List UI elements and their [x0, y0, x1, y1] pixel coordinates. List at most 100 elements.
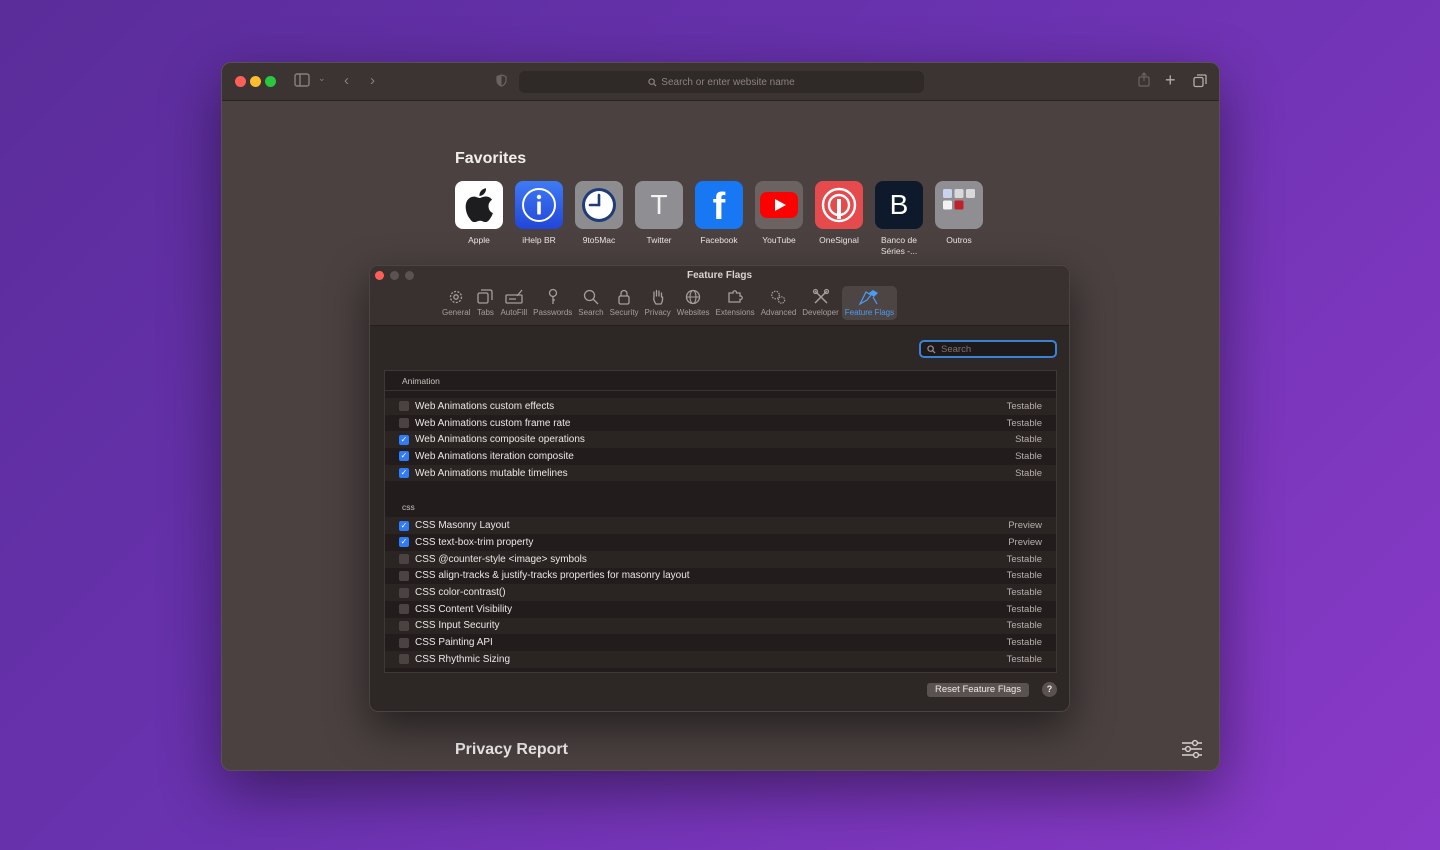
flag-row[interactable]: CSS Rhythmic Sizing Testable — [385, 650, 1056, 668]
tab-advanced[interactable]: Advanced — [758, 286, 800, 320]
flag-checkbox[interactable] — [399, 520, 409, 531]
tab-label: AutoFill — [500, 308, 528, 317]
flag-row[interactable]: CSS Painting API Testable — [385, 634, 1056, 651]
share-icon[interactable] — [1138, 72, 1150, 90]
dialog-title: Feature Flags — [686, 270, 753, 281]
folder-grid-icon — [935, 181, 983, 229]
favorites-grid: Apple iHelp BR 9to5Mac T Twitter f Faceb… — [455, 181, 983, 257]
flag-row[interactable]: CSS color-contrast() Testable — [385, 584, 1056, 601]
flags-search-input[interactable]: Search — [919, 340, 1057, 358]
facebook-icon: f — [695, 181, 743, 229]
favorite-label: Banco de Séries -... — [880, 235, 918, 256]
flag-checkbox[interactable] — [399, 570, 409, 581]
minimize-window-button[interactable] — [250, 76, 261, 87]
flag-status: Testable — [1006, 553, 1042, 565]
flags-icon — [858, 290, 879, 306]
customize-sliders-icon[interactable] — [1181, 739, 1203, 764]
flag-checkbox[interactable] — [399, 468, 409, 479]
tab-tabs[interactable]: Tabs — [473, 286, 497, 320]
flag-row[interactable]: CSS Input Security Testable — [385, 617, 1056, 635]
flag-row[interactable]: Web Animations custom effects Testable — [385, 398, 1056, 415]
flag-row[interactable]: Web Animations iteration composite Stable — [385, 448, 1056, 465]
flag-row[interactable]: Web Animations composite operations Stabl… — [385, 431, 1056, 449]
favorite-twitter[interactable]: T Twitter — [635, 181, 683, 257]
privacy-shield-icon[interactable] — [496, 74, 507, 90]
tab-websites[interactable]: Websites — [674, 286, 713, 320]
tab-autofill[interactable]: AutoFill — [497, 286, 530, 320]
flag-status: Testable — [1006, 400, 1042, 412]
tab-privacy[interactable]: Privacy — [642, 286, 674, 320]
tab-developer[interactable]: Developer — [799, 286, 841, 320]
back-icon[interactable]: ‹ — [344, 72, 349, 89]
flag-row[interactable]: CSS align-tracks & justify-tracks proper… — [385, 568, 1056, 585]
gear-icon — [450, 290, 463, 304]
tab-overview-icon[interactable] — [1193, 74, 1207, 91]
favorite-banco-de-series[interactable]: B Banco de Séries -... — [875, 181, 923, 257]
flag-label: Web Animations iteration composite — [415, 450, 574, 462]
flag-status: Testable — [1006, 417, 1042, 429]
flag-row[interactable]: CSS Masonry Layout Preview — [385, 517, 1056, 535]
dialog-header: Feature Flags General Tabs AutoFill Pass… — [370, 266, 1069, 326]
zoom-window-button[interactable] — [265, 76, 276, 87]
tab-search[interactable]: Search — [575, 286, 606, 320]
flag-label: Web Animations mutable timelines — [415, 467, 568, 479]
flag-checkbox[interactable] — [399, 654, 409, 665]
favorite-ihelp[interactable]: iHelp BR — [515, 181, 563, 257]
autofill-icon — [505, 289, 523, 304]
tab-general[interactable]: General — [439, 286, 473, 320]
flag-checkbox[interactable] — [399, 620, 409, 631]
favorite-label: iHelp BR — [522, 235, 556, 245]
tab-label: Tabs — [477, 308, 494, 317]
flag-checkbox[interactable] — [399, 434, 409, 445]
tools-icon — [812, 288, 829, 304]
flag-checkbox[interactable] — [399, 587, 409, 598]
help-button[interactable]: ? — [1042, 682, 1057, 697]
search-icon — [648, 77, 657, 87]
letter-t-icon: T — [635, 181, 683, 229]
flag-status: Testable — [1006, 587, 1042, 599]
favorite-label: Outros — [946, 235, 972, 245]
favorite-onesignal[interactable]: OneSignal — [815, 181, 863, 257]
flag-row[interactable]: Web Animations mutable timelines Stable — [385, 464, 1056, 482]
favorite-youtube[interactable]: YouTube — [755, 181, 803, 257]
flag-label: CSS Content Visibility — [415, 603, 513, 615]
flag-row[interactable]: CSS @counter-style <image> symbols Testab… — [385, 550, 1056, 568]
flag-status: Preview — [1008, 536, 1042, 548]
favorite-9to5mac[interactable]: 9to5Mac — [575, 181, 623, 257]
tab-security[interactable]: Security — [607, 286, 642, 320]
flag-status: Testable — [1006, 603, 1042, 615]
reset-feature-flags-button[interactable]: Reset Feature Flags — [927, 683, 1030, 697]
tab-extensions[interactable]: Extensions — [713, 286, 758, 320]
flag-checkbox[interactable] — [399, 637, 409, 648]
lock-icon — [618, 289, 630, 305]
flag-row[interactable]: CSS Content Visibility Testable — [385, 601, 1056, 618]
flag-checkbox[interactable] — [399, 537, 409, 548]
new-tab-icon[interactable]: + — [1165, 70, 1176, 91]
letter-b-icon: B — [875, 181, 923, 229]
address-bar[interactable]: Search or enter website name — [519, 71, 924, 93]
favorite-apple[interactable]: Apple — [455, 181, 503, 257]
forward-icon[interactable]: › — [370, 72, 375, 89]
gears-icon — [771, 290, 786, 304]
close-window-button[interactable] — [235, 76, 246, 87]
flag-status: Stable — [1015, 467, 1042, 479]
flag-row[interactable]: Web Animations custom frame rate Testable — [385, 415, 1056, 432]
tab-passwords[interactable]: Passwords — [530, 286, 575, 320]
flag-checkbox[interactable] — [399, 604, 409, 615]
sidebar-toggle-icon[interactable] — [294, 73, 310, 90]
tab-feature-flags[interactable]: Feature Flags — [841, 286, 898, 320]
favorite-outros[interactable]: Outros — [935, 181, 983, 257]
feature-flags-list[interactable]: Animation Web Animations custom effects T… — [384, 370, 1057, 673]
chevron-down-icon[interactable]: ⌄ — [318, 73, 326, 84]
flag-checkbox[interactable] — [399, 418, 409, 429]
hand-icon — [652, 289, 663, 305]
flag-checkbox[interactable] — [399, 401, 409, 412]
flag-checkbox[interactable] — [399, 554, 409, 565]
flag-checkbox[interactable] — [399, 451, 409, 462]
flag-status: Testable — [1006, 620, 1042, 632]
tab-label: Privacy — [644, 308, 671, 317]
tab-label: Advanced — [760, 308, 797, 317]
favorite-label: Facebook — [700, 235, 738, 245]
favorite-facebook[interactable]: f Facebook — [695, 181, 743, 257]
flag-row[interactable]: CSS text-box-trim property Preview — [385, 534, 1056, 551]
